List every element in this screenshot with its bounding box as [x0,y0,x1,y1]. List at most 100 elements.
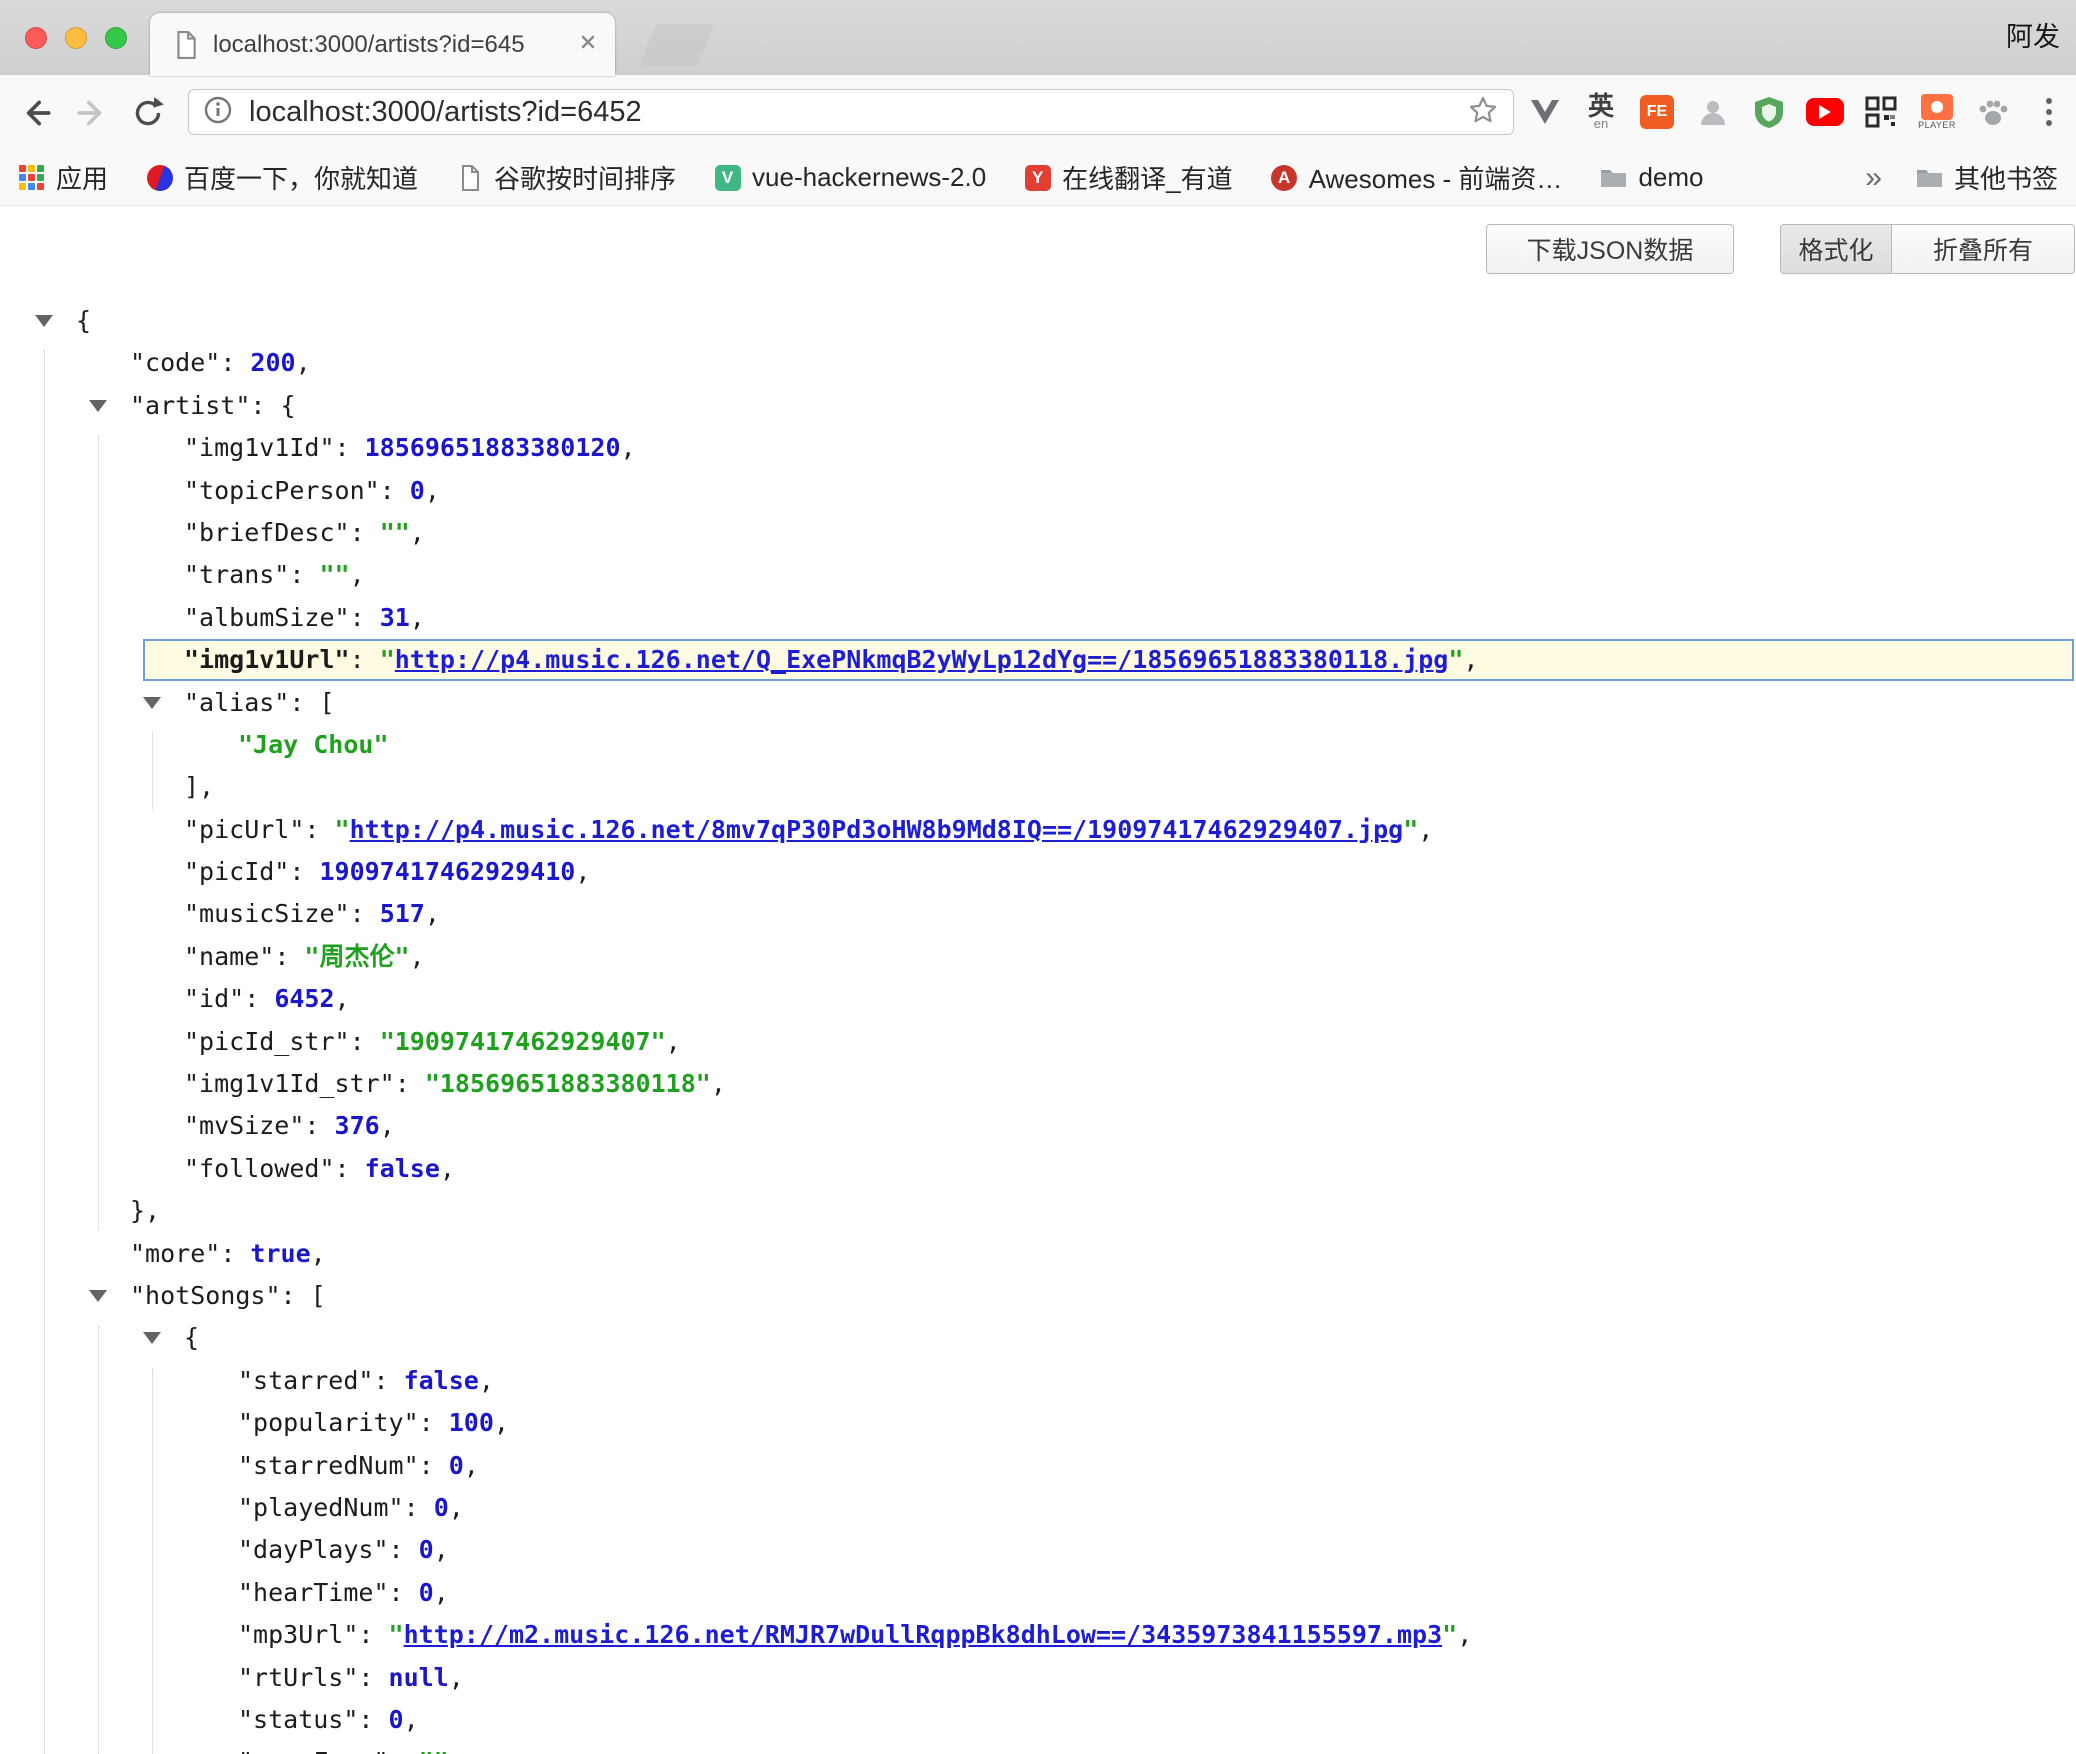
json-line: "id": 6452, [0,978,2076,1020]
new-tab-button[interactable] [640,24,715,66]
info-icon[interactable] [203,95,233,130]
json-token: null [389,1663,449,1692]
bookmark-baidu[interactable]: 百度一下，你就知道 [146,159,418,196]
json-line: { [0,1317,2076,1359]
json-line: "popularity": 100, [0,1402,2076,1444]
json-line: "alias": [ [0,682,2076,724]
other-bookmarks-folder[interactable]: 其他书签 [1916,159,2058,196]
json-token: [ [319,688,334,717]
json-token: , [410,603,425,632]
json-token: 0 [389,1705,404,1734]
bookmark-vue-hackernews[interactable]: V vue-hackernews-2.0 [714,162,986,193]
collapse-toggle-icon[interactable] [89,400,107,412]
json-token: : [395,1069,425,1098]
person-extension-icon[interactable] [1692,90,1734,134]
format-button[interactable]: 格式化 [1780,224,1892,274]
json-line: "starred": false, [0,1360,2076,1402]
bookmarks-overflow-chevron-icon[interactable]: » [1865,161,1882,195]
menu-kebab-icon[interactable] [2028,90,2070,134]
json-token: "topicPerson" [184,476,380,505]
json-token: : [289,560,319,589]
json-token: : [350,603,380,632]
json-token: "mvSize" [184,1111,304,1140]
reload-button[interactable] [126,91,170,135]
folder-icon [1916,164,1943,191]
json-token: , [666,1027,681,1056]
json-token: , [311,1239,326,1268]
json-token: "playedNum" [238,1493,404,1522]
json-token: , [449,1493,464,1522]
window-zoom-button[interactable] [105,27,127,49]
v-triangle-extension-icon[interactable] [1524,90,1566,134]
youtube-extension-icon[interactable] [1804,90,1846,134]
download-json-button[interactable]: 下载JSON数据 [1486,224,1734,274]
bookmark-google-sort[interactable]: 谷歌按时间排序 [456,159,676,196]
json-line: "img1v1Url": "http://p4.music.126.net/Q_… [0,639,2076,681]
paw-extension-icon[interactable] [1972,90,2014,134]
json-link[interactable]: http://m2.music.126.net/RMJR7wDullRqppBk… [404,1620,1443,1649]
url-text[interactable]: localhost:3000/artists?id=6452 [249,96,1467,129]
json-line: "mp3Url": "http://m2.music.126.net/RMJR7… [0,1614,2076,1656]
json-token: "19097417462929407" [380,1027,666,1056]
bookmark-star-icon[interactable] [1467,94,1499,131]
json-line: "code": 200, [0,342,2076,384]
json-line: "trans": "", [0,554,2076,596]
bookmark-apps[interactable]: 应用 [18,159,108,196]
fehelper-extension-icon[interactable]: FE [1636,90,1678,134]
json-token: "musicSize" [184,899,350,928]
bookmark-demo-folder[interactable]: demo [1600,162,1703,193]
json-line: "mvSize": 376, [0,1105,2076,1147]
format-button-group: 格式化 折叠所有 [1780,224,2075,274]
json-line: "copyFrom": "", [0,1741,2076,1754]
json-token: { [76,306,91,335]
collapse-toggle-icon[interactable] [89,1290,107,1302]
json-token: , [711,1069,726,1098]
player-extension-icon[interactable]: PLAYER [1916,90,1958,134]
bookmarks-bar: 应用 百度一下，你就知道 谷歌按时间排序 V vue-hackernews-2.… [0,150,2076,206]
translate-extension-icon[interactable]: 英 en [1580,90,1622,134]
json-line: "picId": 19097417462929410, [0,851,2076,893]
json-token: 0 [434,1493,449,1522]
json-token: : [389,1578,419,1607]
json-line: "img1v1Id": 18569651883380120, [0,427,2076,469]
json-token: "starred" [238,1366,373,1395]
json-token: 100 [449,1408,494,1437]
json-token: "img1v1Url" [184,645,350,674]
collapse-toggle-icon[interactable] [143,697,161,709]
json-token: , [575,857,590,886]
json-token: true [250,1239,310,1268]
json-token: : [250,391,280,420]
json-link[interactable]: http://p4.music.126.net/8mv7qP30Pd3oHW8b… [350,815,1404,844]
json-token: 0 [410,476,425,505]
json-line: "dayPlays": 0, [0,1529,2076,1571]
profile-name[interactable]: 阿发 [2006,0,2060,75]
json-token: , [1457,1620,1472,1649]
collapse-toggle-icon[interactable] [35,315,53,327]
json-token: : [281,1281,311,1310]
back-button[interactable] [14,91,58,135]
json-token: "picUrl" [184,815,304,844]
window-close-button[interactable] [25,27,47,49]
collapse-toggle-icon[interactable] [143,1332,161,1344]
json-token: : [304,815,334,844]
page-content: 下载JSON数据 格式化 折叠所有 {"code": 200,"artist":… [0,206,2076,1754]
browser-tab[interactable]: localhost:3000/artists?id=645 [150,13,615,76]
address-bar[interactable]: localhost:3000/artists?id=6452 [188,89,1514,135]
qrcode-extension-icon[interactable] [1860,90,1902,134]
json-token: , [449,1663,464,1692]
apps-grid-icon [18,164,45,191]
tab-close-icon[interactable] [577,31,599,58]
bookmark-awesomes[interactable]: A Awesomes - 前端资… [1271,159,1563,196]
json-token: "starredNum" [238,1451,419,1480]
forward-button[interactable] [70,91,114,135]
window-minimize-button[interactable] [65,27,87,49]
json-token: , [296,348,311,377]
json-line: "Jay Chou" [0,724,2076,766]
collapse-all-button[interactable]: 折叠所有 [1891,224,2075,274]
json-link[interactable]: http://p4.music.126.net/Q_ExePNkmqB2yWyL… [395,645,1449,674]
json-line: "name": "周杰伦", [0,936,2076,978]
shield-extension-icon[interactable] [1748,90,1790,134]
bookmark-youdao-translate[interactable]: Y 在线翻译_有道 [1024,159,1232,196]
json-token: "dayPlays" [238,1535,389,1564]
json-token: : [274,942,304,971]
